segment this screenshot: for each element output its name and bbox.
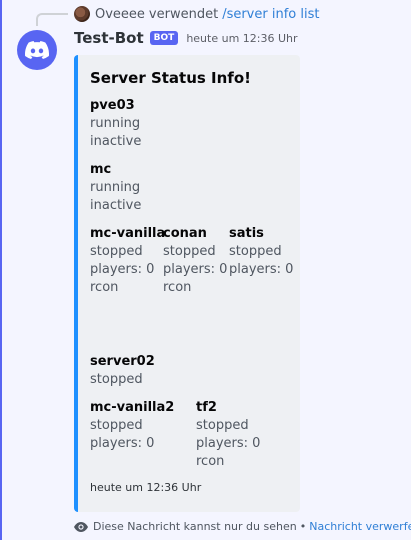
message-header: Test-Bot BOT heute um 12:36 Uhr [74,29,298,47]
field-value-line: inactive [90,134,142,149]
field-value-line: inactive [90,198,142,213]
embed-field-mc-vanilla: mc-vanilla stopped players: 0 rcon [90,225,165,297]
field-value-line: stopped [90,244,143,259]
embed-title: Server Status Info! [90,69,251,87]
message-timestamp: heute um 12:36 Uhr [186,31,298,45]
field-value-line: players: 0 [229,262,294,277]
field-value-line: stopped [229,244,282,259]
reply-user-avatar[interactable] [74,6,90,22]
field-name: pve03 [90,98,135,113]
bot-badge: BOT [149,31,179,45]
field-value-line: rcon [90,280,119,295]
reply-connector [36,13,68,26]
embed-field-conan: conan stopped players: 0 rcon [163,225,227,297]
field-name: tf2 [196,400,217,415]
highlight-bar [0,0,2,540]
dismiss-message-link[interactable]: Nachricht verwerfen [309,520,411,533]
ephemeral-text: Diese Nachricht kannst nur du sehen [93,520,297,533]
field-name: mc [90,162,112,177]
field-value-line: running [90,180,141,195]
reply-context[interactable]: Oveeee verwendet /server info list [74,6,319,22]
bot-avatar[interactable] [17,30,57,70]
field-value-line: players: 0 [163,262,228,277]
field-name: mc-vanilla [90,226,166,241]
eye-icon [74,521,88,532]
embed-field-satis: satis stopped players: 0 [229,225,293,279]
ephemeral-notice: Diese Nachricht kannst nur du sehen • Na… [74,520,411,533]
reply-verb: verwendet [148,6,219,22]
reply-command-link[interactable]: /server info list [222,7,319,22]
field-value-line: rcon [196,454,225,469]
field-value-line: players: 0 [90,436,155,451]
discord-logo-icon [25,41,49,59]
embed-field-mc-vanilla2: mc-vanilla2 stopped players: 0 [90,399,174,453]
embed-field-mc: mc running inactive [90,161,141,215]
field-value-line: stopped [90,418,143,433]
field-value-line: rcon [163,280,192,295]
field-name: satis [229,226,264,241]
embed-field-pve03: pve03 running inactive [90,97,141,151]
embed-field-tf2: tf2 stopped players: 0 rcon [196,399,260,471]
field-value-line: players: 0 [196,436,261,451]
field-value-line: stopped [90,372,143,387]
field-value-line: players: 0 [90,262,155,277]
embed-card: Server Status Info! pve03 running inacti… [74,55,300,512]
bot-username[interactable]: Test-Bot [74,29,144,47]
embed-field-server02: server02 stopped [90,353,155,389]
embed-footer-timestamp: heute um 12:36 Uhr [90,481,202,494]
field-name: conan [163,226,207,241]
field-name: mc-vanilla2 [90,400,175,415]
field-value-line: stopped [196,418,249,433]
field-name: server02 [90,354,155,369]
field-value-line: running [90,116,141,131]
separator-dot: • [299,520,307,533]
reply-username[interactable]: Oveeee [95,7,145,22]
field-value-line: stopped [163,244,216,259]
